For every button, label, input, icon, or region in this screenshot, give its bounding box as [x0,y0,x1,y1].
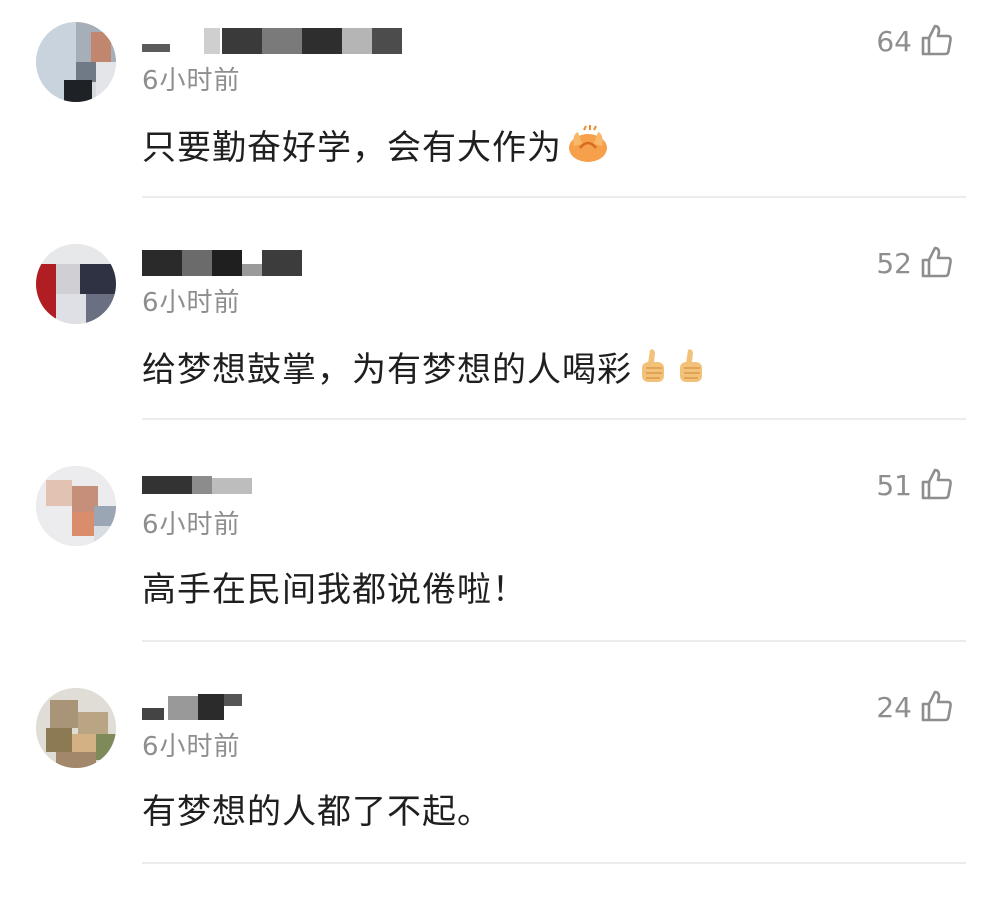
comment-text-content: 给梦想鼓掌，为有梦想的人喝彩 [142,350,632,390]
divider [142,418,966,420]
avatar[interactable] [36,244,116,324]
username-redacted[interactable] [142,694,402,720]
comment-text: 只要勤奋好学，会有大作为 [142,124,610,175]
comment-item: 6小时前 高手在民间我都说倦啦！ 51 [0,466,1000,688]
comment-text: 高手在民间我都说倦啦！ [142,568,527,612]
thumbs-up-outline-icon [920,467,954,505]
comment-text-content: 高手在民间我都说倦啦！ [142,570,527,610]
avatar[interactable] [36,688,116,768]
comment-item: 6小时前 只要勤奋好学，会有大作为 64 [0,22,1000,244]
username-redacted[interactable] [142,472,402,498]
like-count: 51 [876,469,912,502]
comment-time: 6小时前 [142,66,241,96]
username-redacted[interactable] [142,28,402,54]
like-button[interactable]: 52 [876,244,954,284]
comment-time: 6小时前 [142,732,241,762]
comment-time: 6小时前 [142,288,241,318]
comment-time: 6小时前 [142,510,241,540]
thumbs-up-outline-icon [920,23,954,61]
comment-item: 6小时前 有梦想的人都了不起。 24 [0,688,1000,910]
divider [142,196,966,198]
like-button[interactable]: 24 [876,688,954,728]
comment-item: 6小时前 给梦想鼓掌，为有梦想的人喝彩 52 [0,244,1000,466]
comment-text-content: 只要勤奋好学，会有大作为 [142,128,562,168]
like-button[interactable]: 51 [876,466,954,506]
comment-text: 有梦想的人都了不起。 [142,790,492,834]
thumbs-up-emoji [636,346,670,397]
thumbs-up-outline-icon [920,245,954,283]
avatar[interactable] [36,466,116,546]
like-button[interactable]: 64 [876,22,954,62]
like-count: 52 [876,247,912,280]
divider [142,862,966,864]
thumbs-up-outline-icon [920,689,954,727]
username-redacted[interactable] [142,250,402,276]
clapping-hands-emoji [566,124,610,175]
comment-text: 给梦想鼓掌，为有梦想的人喝彩 [142,346,708,397]
avatar[interactable] [36,22,116,102]
divider [142,640,966,642]
comment-text-content: 有梦想的人都了不起。 [142,792,492,832]
thumbs-up-emoji [674,346,708,397]
like-count: 24 [876,691,912,724]
like-count: 64 [876,25,912,58]
